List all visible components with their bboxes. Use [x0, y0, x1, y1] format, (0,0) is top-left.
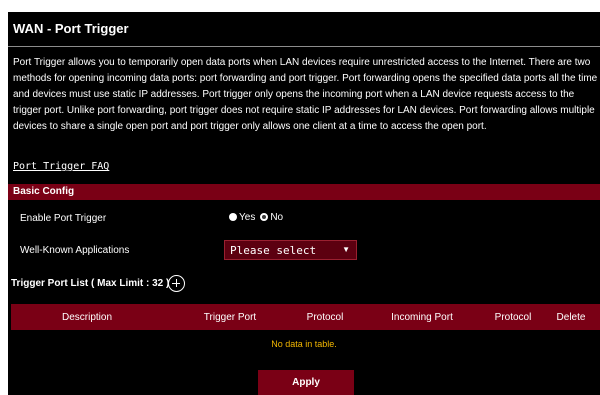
- select-value: Please select: [230, 244, 317, 257]
- page-description: Port Trigger allows you to temporarily o…: [13, 57, 598, 132]
- enable-port-trigger-radio-group: Yes No: [229, 211, 288, 223]
- trigger-table-header: Description Trigger Port Protocol Incomi…: [11, 304, 600, 330]
- column-header-protocol-2: Protocol: [494, 312, 532, 323]
- enable-yes-option[interactable]: Yes: [229, 212, 255, 223]
- basic-config-title: Basic Config: [13, 186, 75, 197]
- column-header-delete: Delete: [556, 312, 586, 323]
- page-title: WAN - Port Trigger: [13, 21, 129, 36]
- column-header-trigger-port: Trigger Port: [203, 312, 257, 323]
- radio-yes-icon[interactable]: [229, 213, 237, 221]
- title-divider: [8, 46, 600, 47]
- add-circle-icon[interactable]: [168, 275, 185, 292]
- radio-no-icon[interactable]: [260, 213, 269, 221]
- radio-no-label: No: [270, 211, 284, 223]
- port-trigger-panel: WAN - Port Trigger Port Trigger allows y…: [8, 12, 600, 395]
- column-header-incoming-port: Incoming Port: [391, 312, 453, 323]
- enable-port-trigger-label: Enable Port Trigger: [20, 213, 107, 224]
- column-header-description: Description: [61, 312, 113, 323]
- chevron-down-icon: ▼: [342, 245, 350, 254]
- well-known-applications-label: Well-Known Applications: [20, 245, 130, 256]
- basic-config-header: Basic Config: [8, 184, 600, 200]
- radio-yes-label: Yes: [239, 211, 256, 223]
- enable-no-option[interactable]: No: [260, 212, 283, 223]
- apply-button[interactable]: Apply: [258, 370, 354, 395]
- column-header-protocol: Protocol: [306, 312, 344, 323]
- trigger-port-list-title: Trigger Port List ( Max Limit : 32 ): [11, 278, 170, 289]
- empty-table-message: No data in table.: [271, 339, 337, 349]
- well-known-applications-select[interactable]: Please select ▼: [224, 240, 357, 260]
- port-trigger-faq-link[interactable]: Port Trigger FAQ: [13, 161, 109, 172]
